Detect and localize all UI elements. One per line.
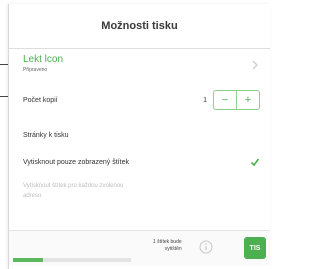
print-each-address-option[interactable]: Vytisknout štítek pro každou zvolenou ad… [23,181,260,205]
copies-value: 1 [203,96,207,104]
copies-stepper: − + [213,90,260,110]
info-icon[interactable] [199,240,213,254]
print-summary-line1: 1 štítek bude [153,239,182,245]
pages-option[interactable]: Stránky k tisku [23,124,260,140]
printer-status: Připraveno [23,67,48,73]
check-icon [250,158,260,167]
print-each-address-line1: Vytisknout štítek pro každou zvolenou [23,183,124,189]
progress-bar [13,258,43,262]
chevron-right-icon [252,60,258,70]
print-summary-line2: vytištěn [164,246,182,252]
dialog-footer: 1 štítek bude vytištěn TIS [9,230,270,265]
print-selected-only-label: Vytisknout pouze zobrazený štítek [23,158,129,166]
decrement-button[interactable]: − [214,91,236,109]
print-each-address-line2: adresu [23,193,42,199]
dialog-title: Možnosti tisku [101,20,178,32]
print-options-dialog: Možnosti tisku Lekt lcon Připraveno Poče… [8,4,270,269]
print-summary: 1 štítek bude vytištěn [153,239,182,253]
copies-row: Počet kopií 1 − + [23,90,260,110]
pages-label: Stránky k tisku [23,132,69,139]
increment-button[interactable]: + [236,91,259,109]
printer-name: Lekt lcon [23,54,64,65]
dialog-header: Možnosti tisku [9,4,270,49]
progress-track [13,258,131,262]
print-selected-only-option[interactable]: Vytisknout pouze zobrazený štítek [23,154,260,170]
print-button[interactable]: TIS [244,237,266,259]
printer-selector[interactable]: Lekt lcon Připraveno [23,54,260,84]
copies-label: Počet kopií [23,96,58,104]
